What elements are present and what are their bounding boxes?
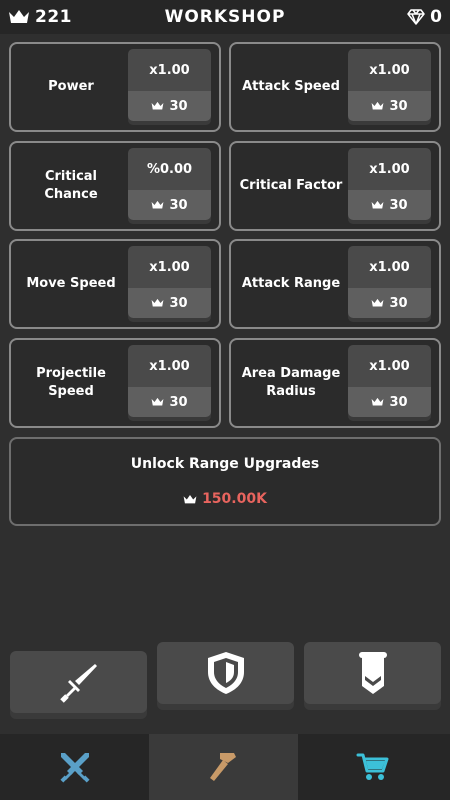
upgrade-cost-value: 30	[169, 394, 188, 410]
tab-shop[interactable]	[298, 734, 447, 800]
upgrade-card-attack-range: Attack Range x1.00 30	[229, 239, 441, 329]
upgrade-multiplier: x1.00	[128, 49, 211, 91]
diamond-icon	[407, 9, 425, 25]
upgrade-label: Projectile Speed	[36, 366, 106, 399]
upgrade-card-area-damage-radius: Area Damage Radius x1.00 30	[229, 338, 441, 428]
shield-icon	[207, 652, 244, 694]
unlock-title: Unlock Range Upgrades	[130, 456, 320, 472]
upgrade-label: Power	[48, 79, 94, 94]
upgrade-label: Critical Factor	[239, 178, 343, 193]
upgrade-multiplier: x1.00	[348, 49, 431, 91]
upgrade-cost-value: 30	[389, 394, 408, 410]
upgrade-cost: 30	[128, 288, 211, 318]
upgrade-card-projectile-speed: Projectile Speed x1.00 30	[9, 338, 221, 428]
upgrade-cost: 30	[348, 190, 431, 220]
upgrade-cost-value: 30	[389, 197, 408, 213]
upgrade-card-move-speed: Move Speed x1.00 30	[9, 239, 221, 329]
upgrade-card-power: Power x1.00 30	[9, 42, 221, 132]
upgrade-cost-value: 30	[169, 197, 188, 213]
gem-balance: 0	[407, 7, 442, 27]
upgrade-button-critical-chance[interactable]: %0.00 30	[128, 148, 211, 220]
upgrade-cost: 30	[128, 190, 211, 220]
hammer-icon	[209, 753, 236, 781]
banner-slot-button[interactable]	[304, 642, 441, 704]
upgrade-cost: 30	[128, 387, 211, 417]
weapon-slot-button[interactable]	[10, 651, 147, 713]
upgrade-cost: 30	[348, 91, 431, 121]
upgrade-button-attack-range[interactable]: x1.00 30	[348, 246, 431, 318]
upgrade-cost-value: 30	[169, 98, 188, 114]
upgrade-multiplier: x1.00	[348, 148, 431, 190]
upgrade-cost: 30	[348, 288, 431, 318]
upgrade-button-power[interactable]: x1.00 30	[128, 49, 211, 121]
upgrade-button-projectile-speed[interactable]: x1.00 30	[128, 345, 211, 417]
sword-icon	[59, 664, 97, 703]
upgrade-button-attack-speed[interactable]: x1.00 30	[348, 49, 431, 121]
upgrade-label: Attack Range	[241, 276, 341, 291]
upgrade-label: Attack Speed	[242, 79, 340, 94]
upgrade-cost-value: 30	[389, 295, 408, 311]
crossed-swords-icon	[59, 753, 90, 783]
upgrade-label: Area Damage Radius	[241, 366, 341, 399]
crown-icon	[372, 101, 384, 110]
crown-icon	[372, 200, 384, 209]
upgrade-card-critical-factor: Critical Factor x1.00 30	[229, 141, 441, 231]
bottom-nav	[0, 734, 450, 800]
page-title: WORKSHOP	[164, 7, 286, 27]
unlock-cost: 150.00K	[11, 491, 439, 507]
upgrade-button-area-damage-radius[interactable]: x1.00 30	[348, 345, 431, 417]
upgrade-multiplier: x1.00	[128, 345, 211, 387]
tab-battle[interactable]	[0, 734, 149, 800]
upgrade-multiplier: x1.00	[348, 345, 431, 387]
crown-icon	[183, 494, 197, 503]
upgrade-cost: 30	[128, 91, 211, 121]
upgrade-cost: 30	[348, 387, 431, 417]
unlock-range-upgrades-button[interactable]: Unlock Range Upgrades 150.00K	[9, 437, 441, 526]
upgrade-multiplier: %0.00	[128, 148, 211, 190]
unlock-cost-value: 150.00K	[202, 491, 267, 507]
upgrade-card-critical-chance: Critical Chance %0.00 30	[9, 141, 221, 231]
crown-icon	[152, 298, 164, 307]
upgrade-multiplier: x1.00	[128, 246, 211, 288]
upgrade-label: Critical Chance	[44, 169, 98, 202]
tab-workshop[interactable]	[149, 734, 298, 800]
upgrade-button-critical-factor[interactable]: x1.00 30	[348, 148, 431, 220]
armor-slot-button[interactable]	[157, 642, 294, 704]
upgrade-label: Move Speed	[26, 276, 116, 291]
upgrade-button-move-speed[interactable]: x1.00 30	[128, 246, 211, 318]
banner-icon	[358, 652, 387, 694]
top-bar: 221 WORKSHOP 0	[0, 0, 450, 34]
upgrade-card-attack-speed: Attack Speed x1.00 30	[229, 42, 441, 132]
crown-icon	[372, 397, 384, 406]
upgrade-cost-value: 30	[389, 98, 408, 114]
gem-count: 0	[430, 7, 442, 27]
crown-icon	[152, 200, 164, 209]
upgrade-multiplier: x1.00	[348, 246, 431, 288]
cart-icon	[356, 753, 388, 780]
crown-icon	[372, 298, 384, 307]
crown-icon	[152, 397, 164, 406]
upgrade-cost-value: 30	[169, 295, 188, 311]
crown-icon	[152, 101, 164, 110]
